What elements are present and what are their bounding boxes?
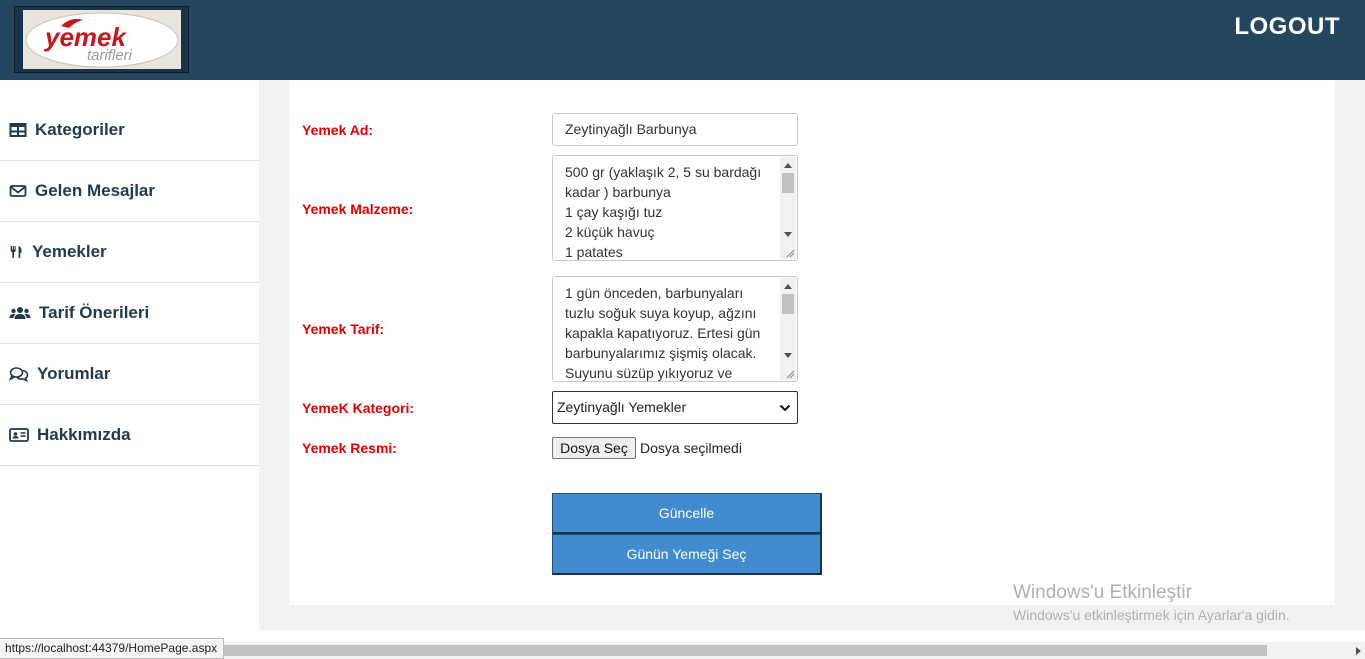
sidebar-item-tarif-onerileri[interactable]: Tarif Önerileri	[0, 283, 259, 344]
sidebar-item-label: Kategoriler	[35, 120, 125, 139]
recipe-text: 1 gün önceden, barbunyaları tuzlu soğuk …	[565, 285, 765, 381]
update-button[interactable]: Güncelle	[552, 493, 822, 534]
ingredients-scrollbar[interactable]	[780, 157, 796, 259]
choose-file-button[interactable]: Dosya Seç	[552, 437, 636, 459]
id-card-icon	[9, 428, 29, 442]
recipe-scrollbar[interactable]	[780, 278, 796, 380]
comments-icon	[9, 367, 29, 382]
users-icon	[9, 307, 31, 319]
site-logo[interactable]: yemek tarifleri	[14, 6, 189, 73]
sidebar-item-label: Gelen Mesajlar	[35, 181, 156, 200]
sidebar-item-gelen-mesajlar[interactable]: Gelen Mesajlar	[0, 161, 259, 222]
scroll-thumb[interactable]	[221, 645, 1267, 656]
logo-text-sub: tarifleri	[87, 47, 133, 64]
resize-grip-icon[interactable]	[785, 248, 795, 258]
sidebar-item-label: Hakkımızda	[37, 425, 131, 444]
scroll-down-icon[interactable]	[784, 232, 792, 237]
scroll-thumb[interactable]	[782, 294, 794, 314]
chevron-down-icon	[779, 404, 791, 412]
envelope-icon	[9, 185, 27, 197]
sidebar-item-label: Tarif Önerileri	[39, 303, 150, 322]
file-status-text: Dosya seçilmedi	[640, 440, 742, 456]
logo-image: yemek tarifleri	[23, 10, 181, 69]
logo-graphic: yemek tarifleri	[25, 12, 179, 68]
recipe-textarea[interactable]: 1 gün önceden, barbunyaları tuzlu soğuk …	[552, 276, 798, 382]
activation-watermark-subtitle: Windows'u etkinleştirmek için Ayarlar'a …	[1013, 607, 1290, 623]
name-input[interactable]: Zeytinyağlı Barbunya	[552, 113, 798, 146]
scroll-down-icon[interactable]	[784, 353, 792, 358]
utensils-icon	[10, 246, 22, 258]
ingredients-textarea[interactable]: 500 gr (yaklaşık 2, 5 su bardağı kadar )…	[552, 155, 798, 261]
activation-watermark-title: Windows'u Etkinleştir	[1013, 582, 1192, 603]
table-icon	[9, 123, 27, 137]
top-header: yemek tarifleri LOGOUT	[0, 0, 1365, 80]
sidebar-item-hakkimizda[interactable]: Hakkımızda	[0, 405, 259, 466]
scroll-thumb[interactable]	[782, 173, 794, 193]
sidebar-nav: Kategoriler Gelen Mesajlar Yemekler Tari…	[0, 80, 259, 640]
scroll-up-icon[interactable]	[784, 284, 792, 289]
sidebar-item-yemekler[interactable]: Yemekler	[0, 222, 259, 283]
logout-link[interactable]: LOGOUT	[1234, 13, 1340, 41]
scroll-up-icon[interactable]	[784, 163, 792, 168]
sidebar-item-label: Yemekler	[32, 242, 107, 261]
category-select[interactable]: Zeytinyağlı Yemekler	[552, 391, 798, 424]
resize-grip-icon[interactable]	[785, 369, 795, 379]
status-bar-url: https://localhost:44379/HomePage.aspx	[0, 638, 225, 659]
dish-of-day-button[interactable]: Günün Yemeği Seç	[552, 534, 822, 575]
sidebar-item-yorumlar[interactable]: Yorumlar	[0, 344, 259, 405]
ingredients-label: Yemek Malzeme:	[302, 201, 414, 217]
horizontal-scrollbar[interactable]	[221, 642, 1365, 659]
name-label: Yemek Ad:	[302, 122, 374, 138]
sidebar-item-label: Yorumlar	[37, 364, 111, 383]
ingredients-text: 500 gr (yaklaşık 2, 5 su bardağı kadar )…	[565, 164, 762, 260]
scroll-right-icon[interactable]	[1356, 647, 1361, 655]
recipe-label: Yemek Tarif:	[302, 321, 385, 337]
category-selected-value: Zeytinyağlı Yemekler	[557, 399, 687, 415]
image-label: Yemek Resmi:	[302, 440, 397, 456]
sidebar-item-kategoriler[interactable]: Kategoriler	[0, 100, 259, 161]
category-label: YemeK Kategori:	[302, 400, 415, 416]
